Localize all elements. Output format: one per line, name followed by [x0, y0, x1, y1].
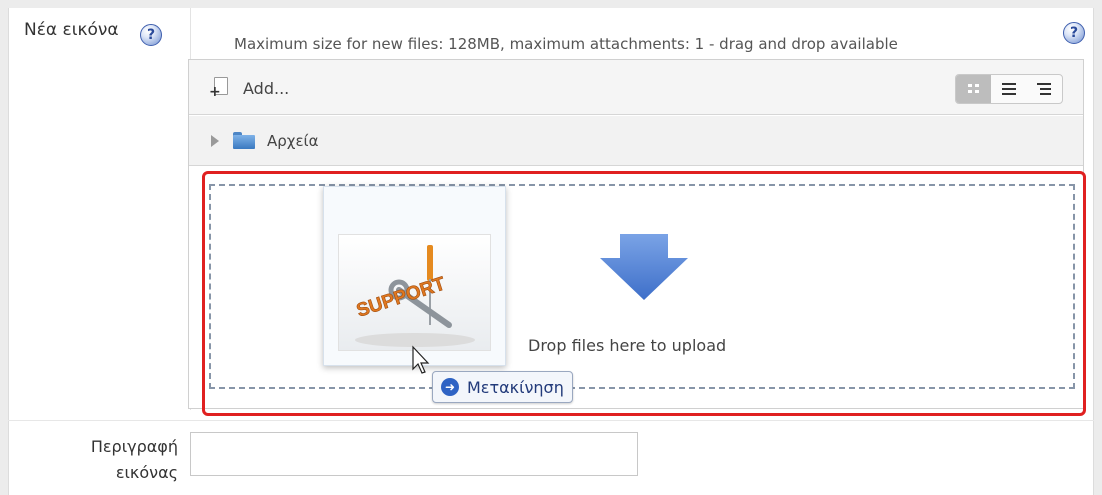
- mouse-cursor-icon: [411, 345, 433, 377]
- list-icon: [1001, 83, 1016, 95]
- view-details-button[interactable]: [991, 75, 1026, 103]
- upload-limits-text: Maximum size for new files: 128MB, maxim…: [234, 35, 898, 53]
- folder-icon: [233, 132, 255, 149]
- tree-list-icon: [1037, 83, 1052, 95]
- drop-instruction-text: Drop files here to upload: [528, 336, 727, 355]
- drag-move-label: Μετακίνηση: [467, 377, 564, 397]
- add-file-icon: +: [209, 77, 229, 99]
- folder-path-bar: Αρχεία: [189, 116, 1083, 166]
- folder-path-label[interactable]: Αρχεία: [267, 132, 319, 150]
- download-arrow-icon: [600, 234, 688, 300]
- add-file-button[interactable]: + Add...: [209, 74, 289, 102]
- support-image: SUPPORT: [338, 234, 491, 351]
- arrow-right-icon: ➜: [441, 378, 459, 396]
- new-image-label: Νέα εικόνα: [24, 20, 119, 40]
- row-divider: [8, 420, 1094, 421]
- dragged-file-thumbnail[interactable]: SUPPORT: [323, 186, 506, 366]
- view-tree-button[interactable]: [1027, 75, 1062, 103]
- image-description-label: Περιγραφή εικόνας: [62, 434, 178, 486]
- drag-move-tooltip: ➜ Μετακίνηση: [432, 371, 573, 403]
- expand-arrow-icon[interactable]: [211, 135, 219, 147]
- view-mode-switcher: [955, 74, 1063, 104]
- help-icon[interactable]: ?: [140, 24, 162, 46]
- limits-help-icon[interactable]: ?: [1063, 22, 1085, 44]
- image-description-label-line2: εικόνας: [115, 463, 178, 482]
- image-description-input[interactable]: [190, 432, 638, 476]
- image-description-label-line1: Περιγραφή: [90, 437, 178, 456]
- add-file-label: Add...: [243, 78, 290, 98]
- grid-icon: [967, 84, 979, 93]
- file-manager-toolbar: + Add...: [189, 60, 1083, 115]
- view-icons-button[interactable]: [956, 75, 992, 103]
